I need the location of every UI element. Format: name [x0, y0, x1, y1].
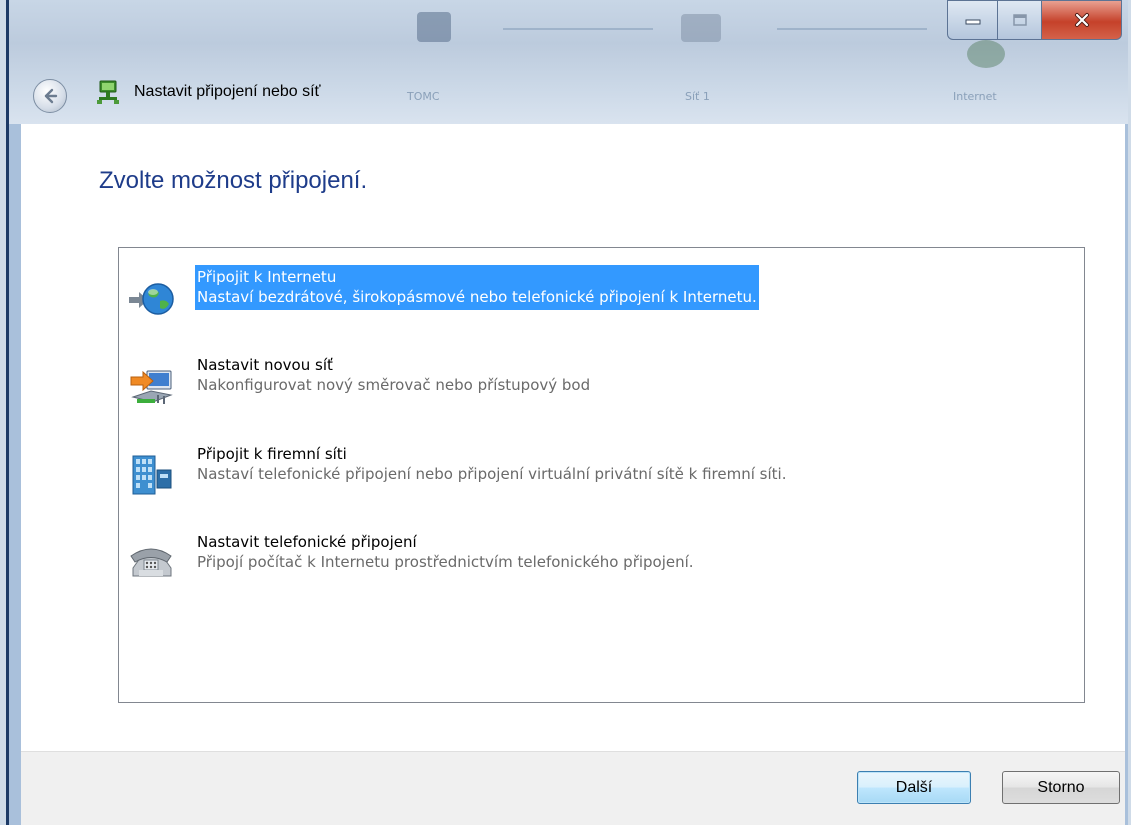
background-label: TOMC — [407, 90, 440, 103]
button-bar: Další Storno — [21, 751, 1125, 825]
connection-options-list: Připojit k Internetu Nastaví bezdrátové,… — [118, 247, 1085, 703]
router-icon — [130, 370, 173, 404]
background-label: Síť 1 — [685, 90, 710, 103]
option-text: Nastavit telefonické připojení Připojí p… — [195, 530, 696, 575]
option-title: Připojit k Internetu — [197, 268, 337, 286]
close-button[interactable] — [1042, 0, 1122, 40]
office-building-icon — [132, 455, 172, 495]
background-link-line — [777, 28, 927, 30]
maximize-button[interactable] — [998, 0, 1042, 40]
option-title: Nastavit novou síť — [197, 356, 333, 374]
option-title: Nastavit telefonické připojení — [197, 533, 417, 551]
option-dialup[interactable]: Nastavit telefonické připojení Připojí p… — [127, 530, 1077, 600]
option-description: Nastaví bezdrátové, širokopásmové nebo t… — [197, 288, 757, 306]
minimize-button[interactable] — [947, 0, 998, 40]
maximize-icon — [1012, 14, 1027, 26]
background-network-icon — [417, 12, 451, 42]
option-description: Nakonfigurovat nový směrovač nebo přístu… — [197, 376, 591, 394]
option-title: Připojit k firemní síti — [197, 445, 347, 463]
page-title: Zvolte možnost připojení. — [99, 167, 368, 194]
title-bar[interactable]: TOMC Síť 1 Internet Nastavit připojení n… — [9, 0, 1128, 124]
next-button[interactable]: Další — [857, 771, 971, 804]
option-text: Připojit k Internetu Nastaví bezdrátové,… — [195, 265, 759, 310]
back-button[interactable] — [33, 79, 67, 113]
background-link-line — [503, 28, 653, 30]
option-connect-internet[interactable]: Připojit k Internetu Nastaví bezdrátové,… — [127, 265, 1077, 335]
window-controls — [947, 0, 1122, 42]
network-setup-icon — [97, 80, 119, 104]
option-description: Nastaví telefonické připojení nebo připo… — [197, 465, 787, 483]
cancel-button[interactable]: Storno — [1002, 771, 1120, 804]
close-icon — [1074, 13, 1089, 27]
back-arrow-icon — [44, 88, 58, 104]
window-title: Nastavit připojení nebo síť — [134, 83, 321, 100]
background-internet-icon — [967, 40, 1005, 68]
option-text: Nastavit novou síť Nakonfigurovat nový s… — [195, 353, 592, 398]
option-text: Připojit k firemní síti Nastaví telefoni… — [195, 442, 788, 487]
wizard-window: TOMC Síť 1 Internet Nastavit připojení n… — [6, 0, 1128, 825]
minimize-icon — [965, 19, 980, 25]
background-label: Internet — [953, 90, 997, 103]
option-new-network[interactable]: Nastavit novou síť Nakonfigurovat nový s… — [127, 353, 1077, 423]
wizard-content: Zvolte možnost připojení. Připojit k Int… — [21, 124, 1125, 751]
option-workplace-network[interactable]: Připojit k firemní síti Nastaví telefoni… — [127, 442, 1077, 512]
telephone-icon — [130, 548, 172, 577]
background-router-icon — [681, 14, 721, 42]
globe-icon — [129, 283, 174, 315]
option-description: Připojí počítač k Internetu prostřednict… — [197, 553, 694, 571]
